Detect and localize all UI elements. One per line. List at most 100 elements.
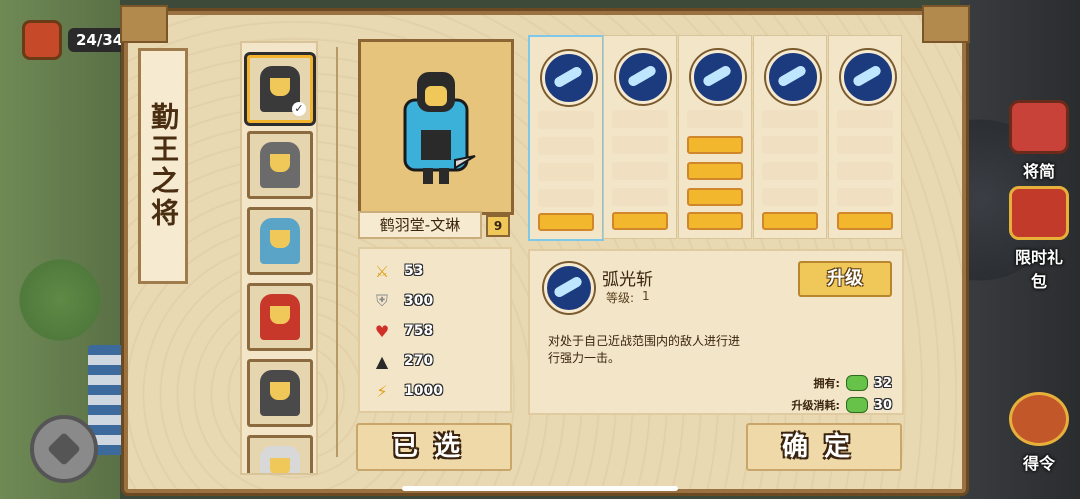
owned-label: 拥有: <box>813 377 840 390</box>
dialog-title-banner: 勤王之将 <box>138 48 188 284</box>
level-bar <box>612 188 668 206</box>
level-bar-lit <box>538 213 594 231</box>
book-icon <box>1009 100 1069 154</box>
whirl-icon <box>766 50 820 104</box>
level-bar <box>612 136 668 154</box>
owned-row: 拥有: 32 <box>813 375 892 391</box>
level-bar <box>612 162 668 180</box>
gift-pack-label: 限时礼包 <box>1014 248 1063 291</box>
owned-value: 32 <box>873 375 892 391</box>
stat-value: 758 <box>404 323 434 339</box>
level-bar <box>762 162 818 180</box>
hero-book-button[interactable]: 将简 <box>1008 100 1070 182</box>
level-bar-lit <box>837 212 893 230</box>
level-bar <box>837 136 893 154</box>
triple-slash-icon <box>691 50 745 104</box>
skill-description: 对处于自己近战范围内的敌人进行进行强力一击。 <box>548 334 741 365</box>
boot-icon: ▲ <box>375 351 389 371</box>
gift-icon <box>1009 186 1069 240</box>
level-bar <box>687 110 743 128</box>
hero-slot[interactable] <box>247 131 313 199</box>
corner-ornament <box>922 5 970 43</box>
hero-portrait <box>260 218 300 264</box>
skill-level-label: 等级: <box>606 291 635 305</box>
hero-portrait <box>260 370 300 416</box>
level-bar <box>762 136 818 154</box>
skill-detail: 弧光斩 等级: 1 升级 对处于自己近战范围内的敌人进行进行强力一击。 拥有: … <box>528 249 904 415</box>
wave-icon <box>841 50 895 104</box>
skill-column[interactable] <box>528 35 604 241</box>
hero-figure <box>403 72 476 184</box>
check-icon: ✓ <box>292 102 306 116</box>
level-bar <box>762 188 818 206</box>
corner-ornament <box>120 5 168 43</box>
skill-column[interactable] <box>603 35 677 239</box>
hero-slot[interactable] <box>247 283 313 351</box>
level-bar-lit <box>687 212 743 230</box>
confirm-button[interactable]: 确定 <box>746 423 902 471</box>
upgrade-button[interactable]: 升级 <box>798 261 892 297</box>
hero-roster[interactable]: ✓ <box>240 41 318 475</box>
level-bar <box>538 137 594 155</box>
thrust-icon <box>616 50 670 104</box>
hero-dialog: 勤王之将 ✓ 鹤羽堂-文琳 9 ⚔ 53 ⛨ 300 ♥ 758 ▲ 270 ⚡… <box>120 5 970 493</box>
hero-slot[interactable]: ✓ <box>247 55 313 123</box>
skill-column[interactable] <box>678 35 752 239</box>
dialog-title: 勤王之将 <box>147 102 180 230</box>
cost-row: 升级消耗: 30 <box>791 397 892 413</box>
stat-value: 1000 <box>404 383 443 399</box>
skill-level-value: 1 <box>642 289 650 303</box>
stat-speed: ▲ 270 <box>372 349 433 373</box>
jade-icon <box>845 397 868 413</box>
hero-portrait-large <box>358 39 514 215</box>
stat-value: 53 <box>404 263 424 279</box>
level-bar-lit <box>687 188 743 206</box>
resource-icon <box>22 20 62 60</box>
hero-portrait <box>260 142 300 188</box>
cost-label: 升级消耗: <box>791 399 840 412</box>
level-bar <box>538 189 594 207</box>
order-label: 得令 <box>1022 454 1055 473</box>
stat-value: 300 <box>404 293 434 309</box>
home-indicator[interactable] <box>402 486 678 491</box>
stat-defense: ⛨ 300 <box>372 289 433 313</box>
level-bar <box>837 188 893 206</box>
skill-column[interactable] <box>828 35 902 239</box>
level-bar-lit <box>612 212 668 230</box>
hero-level: 9 <box>486 215 510 237</box>
stat-attack: ⚔ 53 <box>372 259 424 283</box>
level-bar <box>762 110 818 128</box>
selected-button[interactable]: 已选 <box>356 423 512 471</box>
arc-slash-icon <box>544 263 594 313</box>
joystick[interactable] <box>30 415 98 483</box>
hero-slot[interactable] <box>247 359 313 427</box>
level-bar <box>837 162 893 180</box>
hero-name: 鹤羽堂-文琳 <box>358 211 482 239</box>
stat-energy: ⚡ 1000 <box>372 379 443 403</box>
hero-slot[interactable] <box>247 435 313 473</box>
level-bar-lit <box>687 136 743 154</box>
stat-health: ♥ 758 <box>372 319 433 343</box>
level-bar <box>612 110 668 128</box>
level-bar <box>837 110 893 128</box>
skill-column[interactable] <box>753 35 827 239</box>
level-bar <box>538 111 594 129</box>
order-icon <box>1009 392 1069 446</box>
heart-icon: ♥ <box>374 321 390 341</box>
lightning-icon: ⚡ <box>376 381 388 401</box>
level-bar <box>538 163 594 181</box>
level-bar-lit <box>687 162 743 180</box>
hero-portrait <box>260 446 300 473</box>
order-button[interactable]: 得令 <box>1008 392 1070 474</box>
hero-book-label: 将简 <box>1022 162 1055 181</box>
arc-slash-icon <box>542 51 596 105</box>
hero-slot[interactable] <box>247 207 313 275</box>
skill-name: 弧光斩 <box>602 270 653 290</box>
stat-value: 270 <box>404 353 434 369</box>
cost-value: 30 <box>873 397 892 413</box>
hero-stats: ⚔ 53 ⛨ 300 ♥ 758 ▲ 270 ⚡ 1000 <box>358 247 512 413</box>
level-bar-lit <box>762 212 818 230</box>
sword-icon: ⚔ <box>374 261 390 281</box>
gift-pack-button[interactable]: 限时礼包 <box>1008 186 1070 292</box>
shield-icon: ⛨ <box>375 291 388 310</box>
